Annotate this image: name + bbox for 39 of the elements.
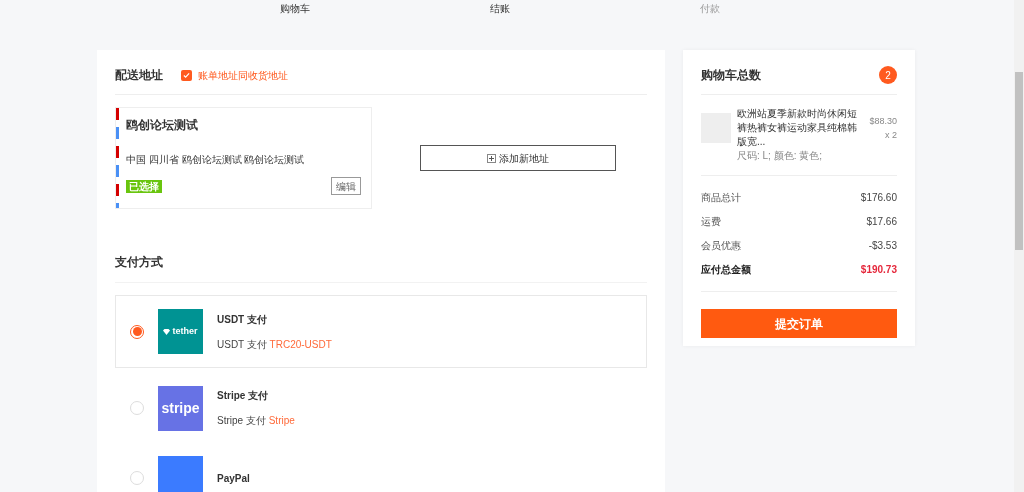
add-address-button[interactable]: 添加新地址 bbox=[420, 145, 616, 171]
product-options: 尺码: L; 颜色: 黄色; bbox=[737, 149, 864, 163]
total-value: $17.66 bbox=[866, 215, 897, 229]
address-card[interactable]: 鸥创论坛测试 中国 四川省 鸥创论坛测试 鸥创论坛测试 已选择 编辑 bbox=[115, 107, 372, 209]
total-label: 运费 bbox=[701, 215, 721, 229]
total-label: 会员优惠 bbox=[701, 239, 741, 253]
total-label: 应付总金额 bbox=[701, 263, 751, 277]
checkout-step: 付款 bbox=[700, 1, 910, 15]
edit-button[interactable]: 编辑 bbox=[331, 177, 361, 195]
address-line: 中国 四川省 鸥创论坛测试 鸥创论坛测试 bbox=[126, 153, 306, 167]
payment-title: Stripe 支付 bbox=[217, 389, 270, 403]
cart-title: 购物车总数 bbox=[701, 67, 761, 84]
selected-badge: 已选择 bbox=[126, 179, 162, 193]
payment-option[interactable]: stripe Stripe 支付 Stripe 支付 Stripe bbox=[115, 378, 647, 438]
stripe-logo: stripe bbox=[158, 385, 203, 431]
address-name: 鸥创论坛测试 bbox=[126, 117, 199, 132]
payment-description: Stripe 支付 Stripe bbox=[217, 414, 295, 428]
total-label: 商品总计 bbox=[701, 191, 741, 205]
payment-title: PayPal bbox=[217, 471, 250, 486]
scrollbar[interactable] bbox=[1014, 0, 1024, 492]
count-badge: 2 bbox=[879, 66, 897, 84]
section-title: 支付方式 bbox=[115, 253, 647, 283]
total-value: $190.73 bbox=[860, 263, 897, 277]
payment-option[interactable]: tether USDT 支付 USDT 支付 TRC20-USDT bbox=[115, 295, 647, 368]
checkout-step: 结账 bbox=[490, 1, 700, 15]
checkmark-icon bbox=[183, 71, 190, 79]
payment-description: USDT 支付 TRC20-USDT bbox=[217, 337, 332, 352]
paypal-logo bbox=[158, 455, 203, 492]
payment-title: USDT 支付 bbox=[217, 312, 268, 327]
product-quantity: x 2 bbox=[885, 129, 897, 142]
section-title: 配送地址 bbox=[115, 67, 163, 84]
payment-option[interactable]: PayPal bbox=[115, 448, 647, 492]
total-value: -$3.53 bbox=[868, 239, 897, 253]
product-name: 欧洲站夏季新款时尚休闲短裤热裤女裤运动家具纯棉韩版宽... bbox=[737, 107, 858, 149]
tether-logo: tether bbox=[158, 309, 203, 354]
total-value: $176.60 bbox=[860, 191, 897, 205]
plus-icon bbox=[487, 153, 496, 163]
product-price: $88.30 bbox=[869, 115, 897, 128]
checkout-step: 购物车 bbox=[280, 1, 490, 15]
